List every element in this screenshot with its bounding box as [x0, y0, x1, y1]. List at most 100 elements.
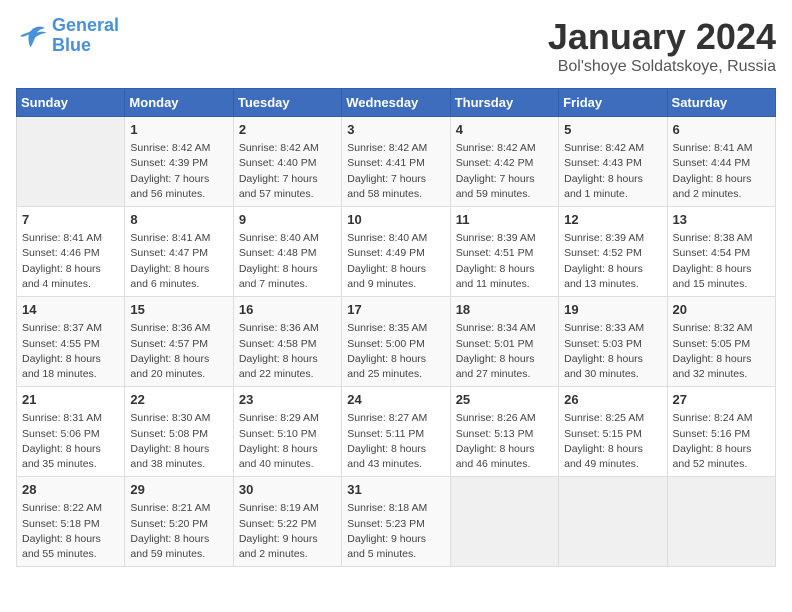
day-info: Sunrise: 8:34 AM Sunset: 5:01 PM Dayligh…: [456, 321, 553, 382]
calendar-cell: [559, 477, 667, 567]
day-info: Sunrise: 8:42 AM Sunset: 4:39 PM Dayligh…: [130, 141, 227, 202]
day-number: 23: [239, 391, 336, 409]
day-number: 2: [239, 121, 336, 139]
day-info: Sunrise: 8:37 AM Sunset: 4:55 PM Dayligh…: [22, 321, 119, 382]
day-number: 20: [673, 301, 770, 319]
logo-blue: Blue: [52, 35, 91, 55]
calendar-body: 1 Sunrise: 8:42 AM Sunset: 4:39 PM Daylig…: [17, 117, 776, 567]
day-number: 31: [347, 481, 444, 499]
day-number: 27: [673, 391, 770, 409]
calendar-cell: 14 Sunrise: 8:37 AM Sunset: 4:55 PM Dayli…: [17, 297, 125, 387]
day-number: 5: [564, 121, 661, 139]
day-info: Sunrise: 8:32 AM Sunset: 5:05 PM Dayligh…: [673, 321, 770, 382]
day-info: Sunrise: 8:35 AM Sunset: 5:00 PM Dayligh…: [347, 321, 444, 382]
day-info: Sunrise: 8:38 AM Sunset: 4:54 PM Dayligh…: [673, 231, 770, 292]
header-day-thursday: Thursday: [450, 89, 558, 117]
calendar-cell: 11 Sunrise: 8:39 AM Sunset: 4:51 PM Dayli…: [450, 207, 558, 297]
day-number: 29: [130, 481, 227, 499]
day-info: Sunrise: 8:19 AM Sunset: 5:22 PM Dayligh…: [239, 501, 336, 562]
calendar-cell: 18 Sunrise: 8:34 AM Sunset: 5:01 PM Dayli…: [450, 297, 558, 387]
day-number: 8: [130, 211, 227, 229]
calendar-cell: 24Sunrise: 8:27 AM Sunset: 5:11 PM Dayli…: [342, 387, 450, 477]
day-info: Sunrise: 8:29 AM Sunset: 5:10 PM Dayligh…: [239, 411, 336, 472]
month-title: January 2024: [548, 16, 776, 58]
calendar-cell: 7Sunrise: 8:41 AM Sunset: 4:46 PM Daylig…: [17, 207, 125, 297]
day-info: Sunrise: 8:39 AM Sunset: 4:52 PM Dayligh…: [564, 231, 661, 292]
calendar-cell: 13Sunrise: 8:38 AM Sunset: 4:54 PM Dayli…: [667, 207, 775, 297]
week-row-3: 14 Sunrise: 8:37 AM Sunset: 4:55 PM Dayli…: [17, 297, 776, 387]
calendar-cell: 20 Sunrise: 8:32 AM Sunset: 5:05 PM Dayli…: [667, 297, 775, 387]
calendar-cell: 22 Sunrise: 8:30 AM Sunset: 5:08 PM Dayli…: [125, 387, 233, 477]
calendar-header: SundayMondayTuesdayWednesdayThursdayFrid…: [17, 89, 776, 117]
week-row-1: 1 Sunrise: 8:42 AM Sunset: 4:39 PM Daylig…: [17, 117, 776, 207]
calendar-cell: 17 Sunrise: 8:35 AM Sunset: 5:00 PM Dayli…: [342, 297, 450, 387]
calendar-cell: 3 Sunrise: 8:42 AM Sunset: 4:41 PM Daylig…: [342, 117, 450, 207]
header-day-friday: Friday: [559, 89, 667, 117]
calendar-cell: 26 Sunrise: 8:25 AM Sunset: 5:15 PM Dayli…: [559, 387, 667, 477]
header-day-monday: Monday: [125, 89, 233, 117]
logo: General Blue: [16, 16, 119, 56]
day-number: 16: [239, 301, 336, 319]
calendar-cell: 9 Sunrise: 8:40 AM Sunset: 4:48 PM Daylig…: [233, 207, 341, 297]
day-number: 18: [456, 301, 553, 319]
week-row-2: 7Sunrise: 8:41 AM Sunset: 4:46 PM Daylig…: [17, 207, 776, 297]
calendar-cell: 30Sunrise: 8:19 AM Sunset: 5:22 PM Dayli…: [233, 477, 341, 567]
day-info: Sunrise: 8:31 AM Sunset: 5:06 PM Dayligh…: [22, 411, 119, 472]
day-number: 15: [130, 301, 227, 319]
header-row: SundayMondayTuesdayWednesdayThursdayFrid…: [17, 89, 776, 117]
week-row-5: 28 Sunrise: 8:22 AM Sunset: 5:18 PM Dayli…: [17, 477, 776, 567]
day-number: 4: [456, 121, 553, 139]
day-info: Sunrise: 8:22 AM Sunset: 5:18 PM Dayligh…: [22, 501, 119, 562]
calendar-cell: 19 Sunrise: 8:33 AM Sunset: 5:03 PM Dayli…: [559, 297, 667, 387]
day-info: Sunrise: 8:42 AM Sunset: 4:40 PM Dayligh…: [239, 141, 336, 202]
calendar-cell: [667, 477, 775, 567]
day-info: Sunrise: 8:41 AM Sunset: 4:44 PM Dayligh…: [673, 141, 770, 202]
day-info: Sunrise: 8:36 AM Sunset: 4:57 PM Dayligh…: [130, 321, 227, 382]
logo-text: General Blue: [52, 16, 119, 56]
calendar-cell: 10Sunrise: 8:40 AM Sunset: 4:49 PM Dayli…: [342, 207, 450, 297]
calendar-cell: 28 Sunrise: 8:22 AM Sunset: 5:18 PM Dayli…: [17, 477, 125, 567]
day-info: Sunrise: 8:36 AM Sunset: 4:58 PM Dayligh…: [239, 321, 336, 382]
page-header: General Blue January 2024 Bol'shoye Sold…: [16, 16, 776, 76]
day-number: 14: [22, 301, 119, 319]
day-number: 25: [456, 391, 553, 409]
day-number: 6: [673, 121, 770, 139]
day-info: Sunrise: 8:40 AM Sunset: 4:48 PM Dayligh…: [239, 231, 336, 292]
day-info: Sunrise: 8:26 AM Sunset: 5:13 PM Dayligh…: [456, 411, 553, 472]
day-number: 19: [564, 301, 661, 319]
day-number: 12: [564, 211, 661, 229]
day-number: 9: [239, 211, 336, 229]
day-number: 22: [130, 391, 227, 409]
calendar-cell: 8Sunrise: 8:41 AM Sunset: 4:47 PM Daylig…: [125, 207, 233, 297]
day-info: Sunrise: 8:25 AM Sunset: 5:15 PM Dayligh…: [564, 411, 661, 472]
calendar-cell: 2 Sunrise: 8:42 AM Sunset: 4:40 PM Daylig…: [233, 117, 341, 207]
calendar-cell: 31Sunrise: 8:18 AM Sunset: 5:23 PM Dayli…: [342, 477, 450, 567]
day-number: 28: [22, 481, 119, 499]
logo-bird-icon: [16, 22, 48, 50]
calendar-cell: 21Sunrise: 8:31 AM Sunset: 5:06 PM Dayli…: [17, 387, 125, 477]
calendar-cell: 29 Sunrise: 8:21 AM Sunset: 5:20 PM Dayli…: [125, 477, 233, 567]
calendar-cell: 25 Sunrise: 8:26 AM Sunset: 5:13 PM Dayli…: [450, 387, 558, 477]
day-number: 3: [347, 121, 444, 139]
day-info: Sunrise: 8:24 AM Sunset: 5:16 PM Dayligh…: [673, 411, 770, 472]
header-day-saturday: Saturday: [667, 89, 775, 117]
calendar-cell: 5 Sunrise: 8:42 AM Sunset: 4:43 PM Daylig…: [559, 117, 667, 207]
day-info: Sunrise: 8:39 AM Sunset: 4:51 PM Dayligh…: [456, 231, 553, 292]
header-day-sunday: Sunday: [17, 89, 125, 117]
day-number: 1: [130, 121, 227, 139]
day-number: 11: [456, 211, 553, 229]
day-info: Sunrise: 8:42 AM Sunset: 4:43 PM Dayligh…: [564, 141, 661, 202]
day-info: Sunrise: 8:21 AM Sunset: 5:20 PM Dayligh…: [130, 501, 227, 562]
day-info: Sunrise: 8:33 AM Sunset: 5:03 PM Dayligh…: [564, 321, 661, 382]
calendar-cell: 23 Sunrise: 8:29 AM Sunset: 5:10 PM Dayli…: [233, 387, 341, 477]
day-number: 26: [564, 391, 661, 409]
day-info: Sunrise: 8:30 AM Sunset: 5:08 PM Dayligh…: [130, 411, 227, 472]
day-info: Sunrise: 8:41 AM Sunset: 4:46 PM Dayligh…: [22, 231, 119, 292]
calendar-cell: 1 Sunrise: 8:42 AM Sunset: 4:39 PM Daylig…: [125, 117, 233, 207]
location: Bol'shoye Soldatskoye, Russia: [548, 58, 776, 76]
day-info: Sunrise: 8:42 AM Sunset: 4:41 PM Dayligh…: [347, 141, 444, 202]
day-number: 17: [347, 301, 444, 319]
calendar-cell: 27 Sunrise: 8:24 AM Sunset: 5:16 PM Dayli…: [667, 387, 775, 477]
logo-general: General: [52, 15, 119, 35]
calendar-cell: 6 Sunrise: 8:41 AM Sunset: 4:44 PM Daylig…: [667, 117, 775, 207]
